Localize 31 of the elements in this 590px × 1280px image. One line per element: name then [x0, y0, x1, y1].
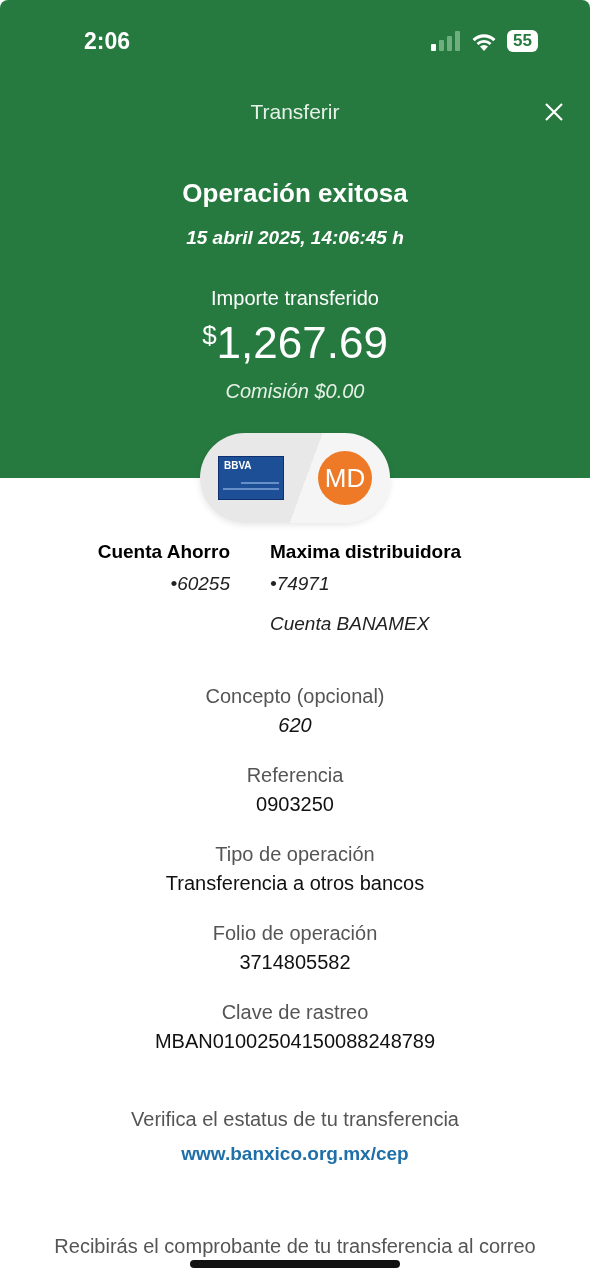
bank-card-icon: BBVA	[218, 456, 284, 500]
status-time: 2:06	[84, 27, 131, 55]
detail-value: 3714805582	[238, 950, 352, 975]
detail-value: 620	[277, 713, 313, 738]
receipt-note: Recibirás el comprobante de tu transferencia al correo	[53, 1235, 537, 1258]
recipient-name: Maxima distribuidora	[270, 540, 463, 564]
operation-date: 15 abril 2025, 14:06:45 h	[185, 227, 405, 249]
detail-label: Concepto (opcional)	[204, 684, 386, 709]
transferred-amount: $^{$}$1,267.69	[201, 317, 389, 368]
detail-value: Transferencia a otros bancos	[164, 871, 426, 896]
verify-text: Verifica el estatus de tu transferencia	[130, 1108, 460, 1131]
detail-label: Tipo de operación	[214, 842, 376, 867]
detail-label: Referencia	[245, 763, 345, 788]
success-heading: Operación exitosa	[181, 178, 409, 209]
detail-value: MBAN01002504150088248789	[153, 1029, 437, 1054]
amount-label: Importe transferido	[210, 287, 380, 310]
signal-icon	[431, 31, 462, 51]
detail-label: Folio de operación	[211, 921, 379, 946]
screen-title: Transferir	[250, 100, 340, 123]
recipient-account-number: •74971	[270, 572, 331, 596]
wifi-icon	[471, 31, 498, 51]
detail-label: Clave de rastreo	[220, 1000, 370, 1025]
recipient-bank: Cuenta BANAMEX	[270, 612, 431, 636]
account-number: •60255	[169, 572, 230, 596]
detail-value: 0903250	[255, 792, 335, 817]
initials-avatar: MD	[318, 451, 372, 505]
close-icon	[544, 102, 564, 122]
account-name: Cuenta Ahorro	[96, 540, 230, 564]
battery-indicator: 55	[507, 30, 538, 52]
commission-text: Comisión $0.00	[224, 380, 366, 403]
banxico-link[interactable]: www.banxico.org.mx/cep	[181, 1143, 409, 1165]
